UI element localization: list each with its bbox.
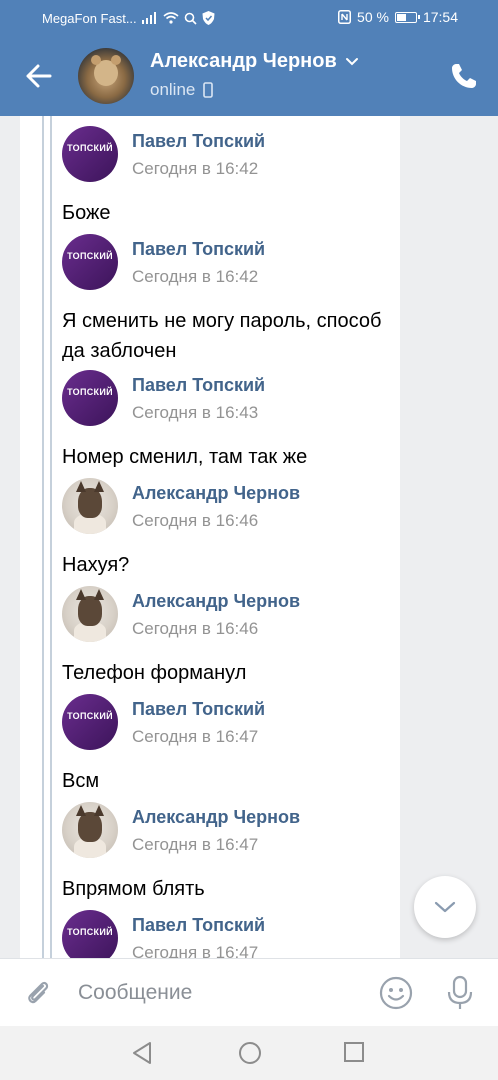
message-timestamp: Сегодня в 16:46 — [132, 619, 259, 638]
scroll-down-button[interactable] — [414, 876, 476, 938]
online-status: online — [150, 80, 196, 99]
author-name[interactable]: Павел Топский — [132, 239, 265, 260]
battery-level — [396, 13, 406, 21]
signal-icon — [142, 12, 156, 24]
message-composer — [0, 958, 498, 1026]
search-icon — [184, 12, 197, 25]
smiley-icon — [379, 976, 413, 1010]
author-avatar-logo[interactable]: ТОПСКИЙ — [62, 234, 118, 290]
status-bar: MegaFon Fast... 50 % 17:54 — [0, 0, 498, 36]
message-history[interactable]: ТОПСКИЙ Павел Топский Сегодня в 16:42 Боже Т… — [0, 116, 498, 958]
nfc-icon — [338, 10, 352, 24]
author-avatar-logo[interactable]: ТОПСКИЙ — [62, 370, 118, 426]
message-text: Всм — [62, 770, 100, 792]
clock: 17:54 — [422, 9, 458, 25]
message-timestamp: Сегодня в 16:43 — [132, 403, 259, 422]
message-text: Впрямом блять — [62, 878, 205, 900]
status-right: 50 % 17:54 — [338, 9, 458, 25]
quote-line — [50, 116, 52, 958]
attach-button[interactable] — [22, 977, 54, 1009]
author-avatar-logo[interactable]: ТОПСКИЙ — [62, 694, 118, 750]
author-avatar-logo[interactable]: ТОПСКИЙ — [62, 126, 118, 182]
author-name[interactable]: Александр Чернов — [132, 591, 300, 612]
nav-home-icon[interactable] — [238, 1040, 262, 1066]
message-timestamp: Сегодня в 16:46 — [132, 511, 259, 530]
status-icons — [142, 11, 215, 25]
nav-recents-icon[interactable] — [343, 1041, 365, 1063]
message-text: Нахуя? — [62, 554, 130, 576]
carrier-name: MegaFon Fast... — [42, 11, 137, 26]
voice-message-button[interactable] — [444, 973, 476, 1013]
message-timestamp: Сегодня в 16:42 — [132, 267, 259, 286]
forwarded-messages-card: ТОПСКИЙ Павел Топский Сегодня в 16:42 Боже Т… — [20, 116, 400, 958]
author-name[interactable]: Александр Чернов — [132, 807, 300, 828]
back-button[interactable] — [20, 58, 56, 94]
cat-face — [76, 805, 104, 842]
avatar-logo-text: ТОПСКИЙ — [67, 711, 113, 721]
teddy-bear-image — [91, 55, 121, 86]
message-timestamp: Сегодня в 16:47 — [132, 727, 259, 746]
paperclip-icon — [28, 981, 49, 1004]
contact-avatar[interactable] — [78, 48, 134, 104]
emoji-button[interactable] — [378, 975, 414, 1011]
shield-icon — [202, 11, 215, 25]
message-timestamp: Сегодня в 16:47 — [132, 943, 259, 958]
author-name[interactable]: Павел Топский — [132, 699, 265, 720]
author-name[interactable]: Павел Топский — [132, 375, 265, 396]
nav-back-icon[interactable] — [130, 1040, 154, 1066]
author-avatar-cat[interactable] — [62, 478, 118, 534]
message-text: Я сменить не могу пароль, способ да забл… — [62, 310, 382, 362]
author-name[interactable]: Александр Чернов — [132, 483, 300, 504]
avatar-logo-text: ТОПСКИЙ — [67, 927, 113, 937]
system-nav-bar — [0, 1026, 498, 1080]
author-avatar-cat[interactable] — [62, 586, 118, 642]
cat-face — [76, 589, 104, 626]
message-text: Боже — [62, 202, 111, 224]
message-timestamp: Сегодня в 16:47 — [132, 835, 259, 854]
chevron-down-icon — [434, 901, 456, 913]
avatar-logo-text: ТОПСКИЙ — [67, 143, 113, 153]
arrow-left-icon — [26, 64, 52, 88]
quote-line — [42, 116, 44, 958]
contact-status: online — [150, 80, 214, 100]
message-text: Телефон форманул — [62, 662, 247, 684]
contact-name-dropdown[interactable]: Александр Чернов — [150, 50, 359, 73]
mobile-phone-icon — [203, 82, 214, 98]
author-avatar-logo[interactable]: ТОПСКИЙ — [62, 910, 118, 958]
microphone-icon — [447, 975, 473, 1009]
cat-face — [76, 481, 104, 518]
avatar-logo-text: ТОПСКИЙ — [67, 387, 113, 397]
contact-name: Александр Чернов — [150, 50, 337, 72]
author-name[interactable]: Павел Топский — [132, 915, 265, 936]
wifi-icon — [163, 12, 179, 24]
battery-percent: 50 % — [357, 9, 389, 25]
call-button[interactable] — [448, 60, 480, 92]
chevron-down-icon — [345, 57, 358, 65]
message-text: Номер сменил, там так же — [62, 446, 308, 468]
message-input[interactable] — [78, 977, 358, 1009]
author-name[interactable]: Павел Топский — [132, 131, 265, 152]
author-avatar-cat[interactable] — [62, 802, 118, 858]
conversation-header: Александр Чернов online — [0, 36, 498, 116]
avatar-logo-text: ТОПСКИЙ — [67, 251, 113, 261]
phone-icon — [452, 64, 476, 88]
message-timestamp: Сегодня в 16:42 — [132, 159, 259, 178]
battery-icon — [394, 11, 420, 23]
